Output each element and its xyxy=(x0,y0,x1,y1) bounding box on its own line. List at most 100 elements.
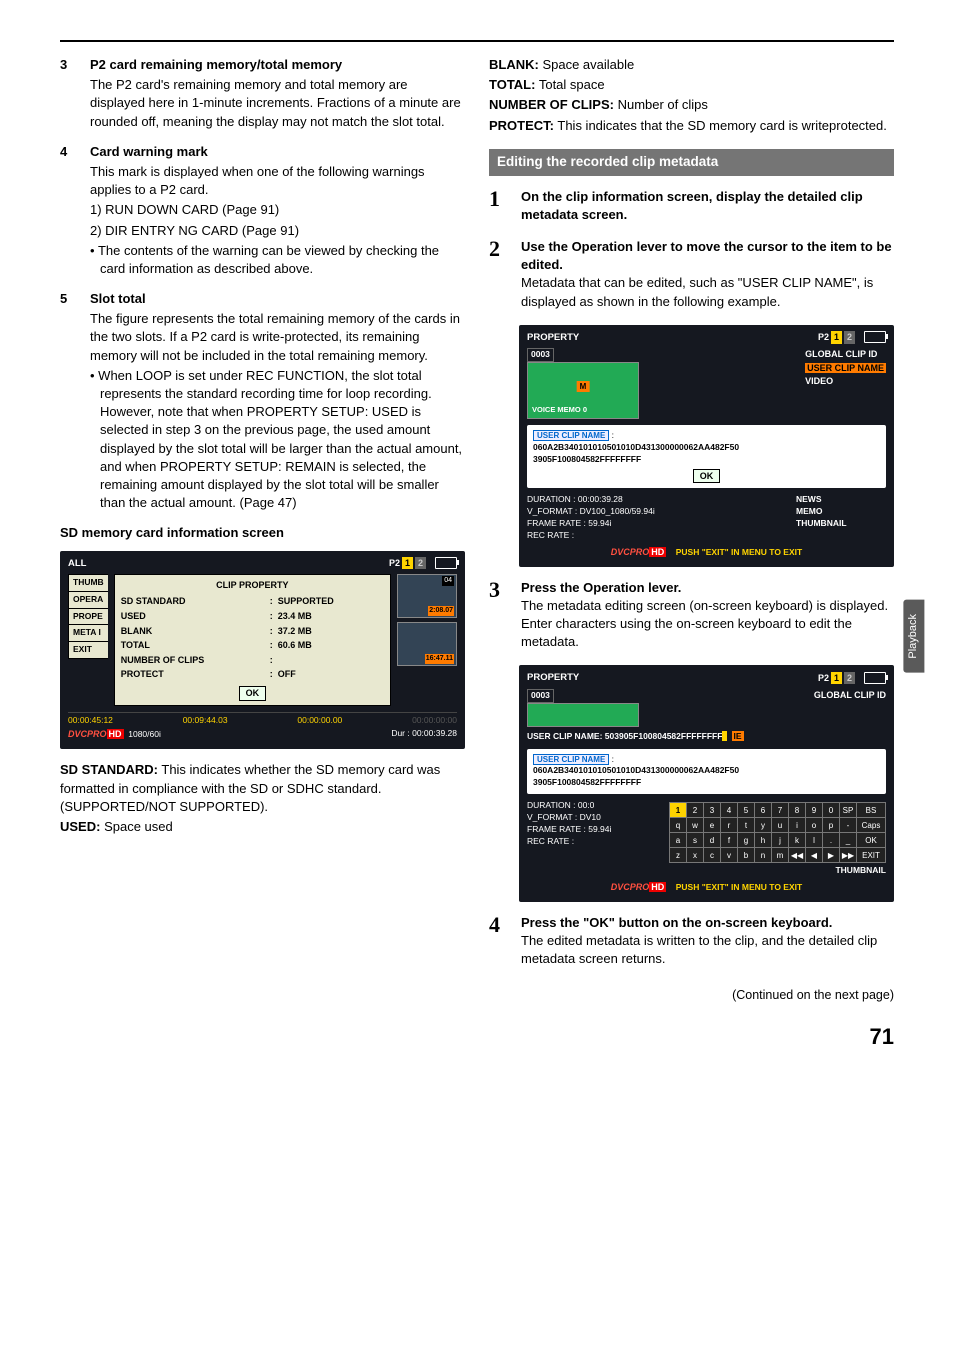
item-4: 4 Card warning mark This mark is display… xyxy=(60,143,465,280)
kb-key: e xyxy=(704,818,721,833)
kb-key: i xyxy=(789,818,806,833)
kb-key: p xyxy=(823,818,840,833)
shot2-foot-msg: PUSH "EXIT" IN MENU TO EXIT xyxy=(676,547,802,557)
kb-key: 0 xyxy=(823,803,840,818)
kb-key: n xyxy=(755,848,772,863)
kb-key: w xyxy=(687,818,704,833)
step-3: 3 Press the Operation lever. The metadat… xyxy=(489,579,894,652)
sd-info-heading: SD memory card information screen xyxy=(60,524,465,542)
kb-key: h xyxy=(755,833,772,848)
kb-key: d xyxy=(704,833,721,848)
tab-prope: PROPE xyxy=(68,608,108,626)
kb-key: EXIT xyxy=(857,848,886,863)
kb-key: m xyxy=(772,848,789,863)
tab-meta: META I xyxy=(68,624,108,642)
kb-key: q xyxy=(670,818,687,833)
shot3-clipnum: 0003 xyxy=(527,689,554,703)
kb-key: 8 xyxy=(789,803,806,818)
battery-icon xyxy=(435,557,457,569)
kb-key: 7 xyxy=(772,803,789,818)
def-used-val: Space used xyxy=(104,819,173,834)
item-3: 3 P2 card remaining memory/total memory … xyxy=(60,56,465,133)
item-3-number: 3 xyxy=(60,56,78,133)
kb-key: z xyxy=(670,848,687,863)
metadata-detail-screenshot: PROPERTY P2 12 0003 M VOICE MEMO 0 GLOBA xyxy=(519,325,894,567)
shot3-foot-msg: PUSH "EXIT" IN MENU TO EXIT xyxy=(676,882,802,892)
step-4: 4 Press the "OK" button on the on-screen… xyxy=(489,914,894,969)
shot3-title: PROPERTY xyxy=(527,671,579,684)
kb-key: 2 xyxy=(687,803,704,818)
left-column: 3 P2 card remaining memory/total memory … xyxy=(60,56,465,1004)
kb-key: ◀ xyxy=(806,848,823,863)
tab-exit: EXIT xyxy=(68,641,108,659)
side-tab-playback: Playback xyxy=(903,600,924,673)
kb-key: ▶ xyxy=(823,848,840,863)
shot2-p2-badge: P2 12 xyxy=(818,331,886,344)
shot3-kv-left: DURATION : 00:0 V_FORMAT : DV10 FRAME RA… xyxy=(527,800,669,877)
shot1-left-tabs: THUMB OPERA PROPE META I EXIT xyxy=(68,574,108,706)
item-3-title: P2 card remaining memory/total memory xyxy=(90,57,342,72)
kb-key: ▶▶ xyxy=(840,848,857,863)
shot3-meta-right: GLOBAL CLIP ID xyxy=(814,689,886,727)
def-used-key: USED: xyxy=(60,819,100,834)
kb-key: o xyxy=(806,818,823,833)
item-3-body: The P2 card's remaining memory and total… xyxy=(90,76,465,131)
shot1-clip-property-panel: CLIP PROPERTY SD STANDARD: SUPPORTED USE… xyxy=(114,574,391,706)
kb-key: 9 xyxy=(806,803,823,818)
kb-key: y xyxy=(755,818,772,833)
shot3-onscreen-keyboard: 1234567890SPBSqwertyuiop-Capsasdfghjkl._… xyxy=(669,800,886,877)
kb-key: v xyxy=(721,848,738,863)
item-5: 5 Slot total The figure represents the t… xyxy=(60,290,465,514)
kb-key: - xyxy=(840,818,857,833)
shot2-title: PROPERTY xyxy=(527,331,579,344)
kb-key: f xyxy=(721,833,738,848)
shot3-ucline: USER CLIP NAME: 503905F100804582FFFFFFFF… xyxy=(527,731,886,743)
shot2-clipnum: 0003 xyxy=(527,348,554,362)
kb-key: 4 xyxy=(721,803,738,818)
shot1-panel-title: CLIP PROPERTY xyxy=(121,579,384,592)
kb-key: r xyxy=(721,818,738,833)
battery-icon xyxy=(864,331,886,343)
shot2-kv-left: DURATION : 00:00:39.28 V_FORMAT : DV100_… xyxy=(527,494,796,542)
kb-key: BS xyxy=(857,803,886,818)
kb-key: ◀◀ xyxy=(789,848,806,863)
kb-key: g xyxy=(738,833,755,848)
shot3-userclip-box: USER CLIP NAME : 060A2B340101010501010D4… xyxy=(527,749,886,795)
kb-key: j xyxy=(772,833,789,848)
kb-key: Caps xyxy=(857,818,886,833)
section-editing-metadata: Editing the recorded clip metadata xyxy=(489,149,894,176)
shot2-userclip-box: USER CLIP NAME : 060A2B340101010501010D4… xyxy=(527,425,886,488)
two-column-layout: 3 P2 card remaining memory/total memory … xyxy=(60,56,894,1004)
kb-key: 6 xyxy=(755,803,772,818)
kb-key: . xyxy=(823,833,840,848)
shot1-timecode-bar: 00:00:45:12 00:09:44.03 00:00:00.00 00:0… xyxy=(68,712,457,727)
shot1-all: ALL xyxy=(68,557,86,570)
right-definitions: BLANK: Space available TOTAL: Total spac… xyxy=(489,56,894,135)
right-column: BLANK: Space available TOTAL: Total spac… xyxy=(489,56,894,1004)
item-4-sub2: 2) DIR ENTRY NG CARD (Page 91) xyxy=(90,222,465,240)
page-number: 71 xyxy=(60,1022,894,1053)
tab-thumb: THUMB xyxy=(68,574,108,592)
kb-key: SP xyxy=(840,803,857,818)
shot2-ok-button: OK xyxy=(693,469,721,484)
shot2-meta-right: GLOBAL CLIP ID USER CLIP NAME VIDEO xyxy=(805,348,886,419)
shot1-ok-button: OK xyxy=(239,686,267,701)
tab-opera: OPERA xyxy=(68,591,108,609)
step-2: 2 Use the Operation lever to move the cu… xyxy=(489,238,894,311)
left-definitions: SD STANDARD: This indicates whether the … xyxy=(60,761,465,836)
kb-key: c xyxy=(704,848,721,863)
kb-key: 5 xyxy=(738,803,755,818)
item-4-sub1: 1) RUN DOWN CARD (Page 91) xyxy=(90,201,465,219)
kb-key: k xyxy=(789,833,806,848)
shot2-thumbnail: M VOICE MEMO 0 xyxy=(527,362,639,419)
kb-key: a xyxy=(670,833,687,848)
sd-info-screenshot: ALL P2 12 THUMB OPERA PROPE META I EXIT … xyxy=(60,551,465,750)
item-5-body: The figure represents the total remainin… xyxy=(90,310,465,365)
shot2-kv-right: NEWS MEMO THUMBNAIL xyxy=(796,494,886,542)
item-4-title: Card warning mark xyxy=(90,144,208,159)
item-4-number: 4 xyxy=(60,143,78,280)
item-5-bullet: When LOOP is set under REC FUNCTION, the… xyxy=(90,367,465,513)
kb-key: l xyxy=(806,833,823,848)
metadata-keyboard-screenshot: PROPERTY P2 12 0003 GLOBAL CLIP ID USER … xyxy=(519,665,894,902)
kb-key: u xyxy=(772,818,789,833)
